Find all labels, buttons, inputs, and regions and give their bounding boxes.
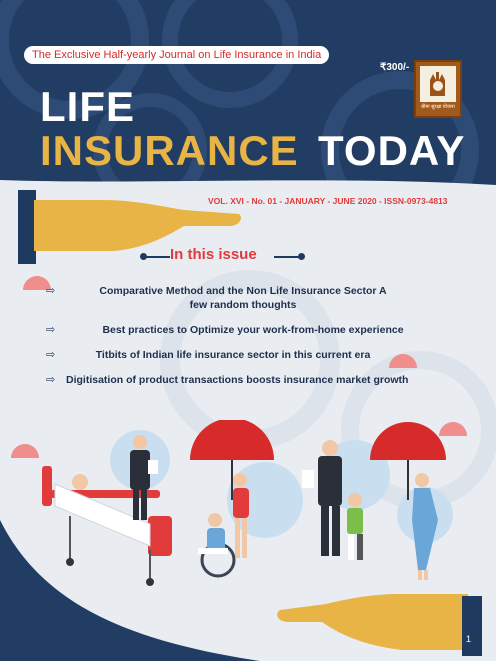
arrow-right-icon: ⇨	[46, 349, 56, 361]
issue-heading: In this issue	[140, 244, 306, 268]
title-insurance: INSURANCE	[40, 127, 299, 174]
page-number: 1	[466, 634, 472, 644]
title-today: TODAY	[318, 127, 466, 174]
heading-dot-right	[298, 253, 305, 260]
cover-page: The Exclusive Half-yearly Journal on Lif…	[0, 0, 496, 661]
emblem-icon	[420, 66, 456, 102]
contents-item-text: Best practices to Optimize your work-fro…	[102, 324, 404, 336]
journal-tagline: The Exclusive Half-yearly Journal on Lif…	[24, 46, 330, 64]
contents-item-text: Comparative Method and the Non Life Insu…	[99, 285, 387, 311]
arrow-right-icon: ⇨	[46, 374, 56, 386]
hand-bottom-illustration	[277, 594, 468, 650]
contents-item[interactable]: ⇨ Titbits of Indian life insurance secto…	[46, 348, 446, 362]
emblem-caption: बीमा सुरक्षा योजना	[421, 104, 455, 110]
price-label: ₹300/-	[380, 62, 410, 73]
contents-item[interactable]: ⇨ Comparative Method and the Non Life In…	[46, 284, 446, 312]
heading-line-left	[144, 256, 170, 258]
contents-item[interactable]: ⇨ Best practices to Optimize your work-f…	[46, 323, 446, 337]
arrow-right-icon: ⇨	[46, 285, 56, 297]
title-life: LIFE	[40, 83, 135, 130]
contents-item-text: Titbits of Indian life insurance sector …	[95, 349, 371, 361]
contents-item[interactable]: ⇨ Digitisation of product transactions b…	[46, 373, 446, 387]
right-accent-bar	[462, 596, 482, 656]
volume-info: VOL. XVI - No. 01 - JANUARY - JUNE 2020 …	[208, 196, 448, 206]
heading-line-right	[274, 256, 300, 258]
contents-item-text: Digitisation of product transactions boo…	[66, 374, 409, 386]
contents-list: ⇨ Comparative Method and the Non Life In…	[46, 284, 446, 398]
arrow-right-icon: ⇨	[46, 324, 56, 336]
emblem-logo: बीमा सुरक्षा योजना	[414, 60, 462, 118]
issue-heading-text: In this issue	[170, 246, 257, 263]
insurance-illustration	[42, 420, 453, 586]
